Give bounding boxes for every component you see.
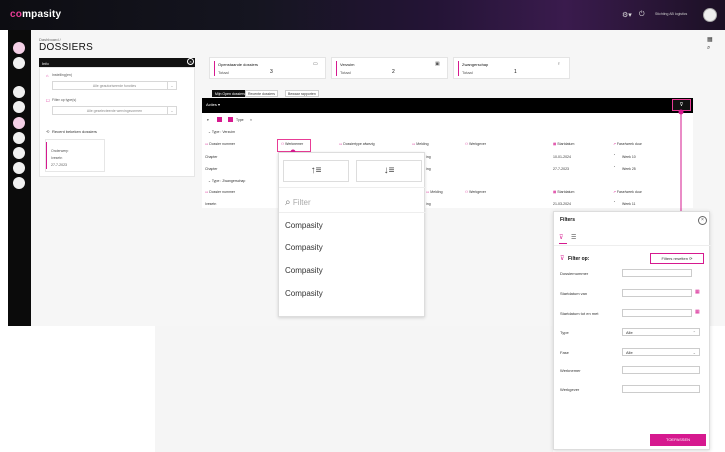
fase-select[interactable]: Alle ⌄	[622, 348, 700, 356]
list-item[interactable]: Compasity	[285, 266, 323, 275]
sort-descending-icon[interactable]: ↓≡	[356, 160, 422, 182]
filter-label: Werkgever	[560, 387, 580, 392]
list-item[interactable]: Compasity	[285, 243, 323, 252]
filter-label: Type	[560, 330, 569, 335]
filter-label: Werknemer	[560, 368, 581, 373]
search-icon: ⌕	[285, 197, 291, 208]
list-item[interactable]: Compasity	[285, 221, 323, 230]
divider	[279, 212, 426, 213]
werknemer-input[interactable]	[622, 366, 700, 374]
divider	[554, 245, 711, 246]
calendar-icon[interactable]: ▦	[695, 289, 700, 295]
apply-button[interactable]: TOEPASSEN	[650, 434, 706, 446]
list-tab-icon[interactable]: ☰	[571, 234, 576, 241]
filter-label: Dossiernummer	[560, 271, 589, 276]
type-select[interactable]: Alle ⌃	[622, 328, 700, 336]
startdate-to-input[interactable]	[622, 309, 692, 317]
filter-on-label: Filter op:	[568, 256, 590, 262]
close-icon[interactable]: ×	[698, 216, 707, 225]
list-item[interactable]: Compasity	[285, 289, 323, 298]
filter-search-input[interactable]: ⌕ Filter	[285, 197, 311, 208]
filters-title: Filters	[560, 217, 576, 223]
werkgever-input[interactable]	[622, 385, 700, 393]
sort-ascending-icon[interactable]: ↑≡	[283, 160, 349, 182]
startdate-from-input[interactable]	[622, 289, 692, 297]
dossiernummer-input[interactable]	[622, 269, 692, 277]
filter-tab-icon[interactable]: ⊽	[559, 234, 563, 241]
column-filter-dropdown: ↑≡ ↓≡ ⌕ Filter Compasity Compasity Compa…	[278, 152, 426, 317]
active-tab-indicator	[559, 243, 567, 244]
divider	[279, 187, 426, 188]
filters-panel: Filters × ⊽ ☰ ⊽ Filter op: Filters reset…	[553, 211, 711, 450]
reset-filters-button[interactable]: Filters resetten ⟳	[650, 253, 704, 264]
filter-label: Startdatum tot en met	[560, 311, 599, 316]
calendar-icon[interactable]: ▦	[695, 309, 700, 315]
filter-icon: ⊽	[560, 256, 565, 262]
filter-label: Fase	[560, 350, 569, 355]
filter-label: Startdatum van	[560, 291, 588, 296]
